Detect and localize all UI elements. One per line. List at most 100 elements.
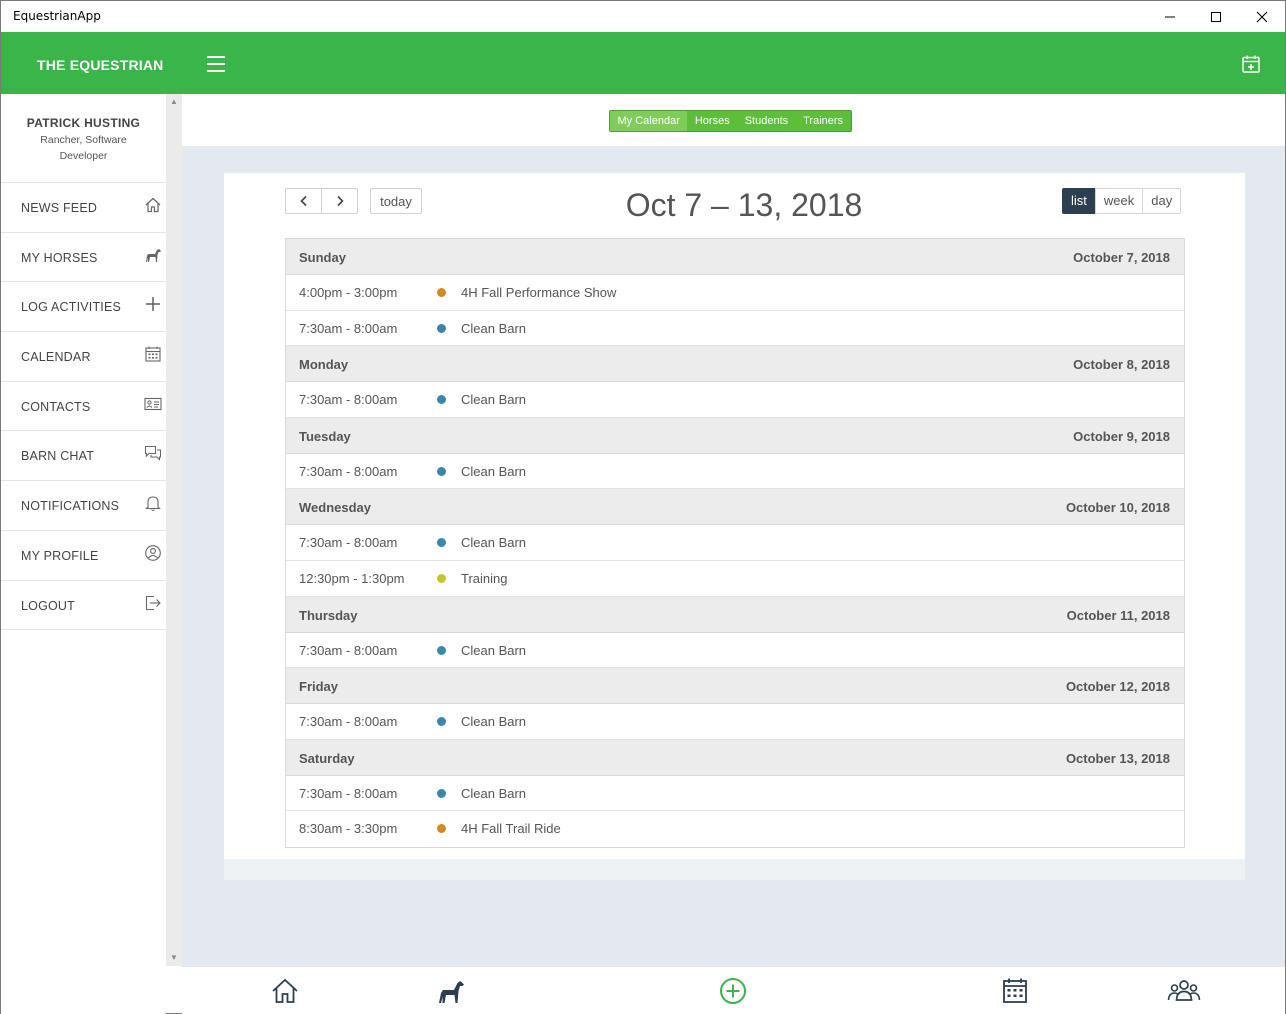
next-button[interactable]: [321, 188, 358, 214]
event-time: 7:30am - 8:00am: [299, 392, 398, 408]
calendar-filter-tabs: My Calendar Horses Students Trainers: [609, 110, 852, 132]
event-row[interactable]: 7:30am - 8:00am Clean Barn: [286, 382, 1184, 418]
day-header: Thursday October 11, 2018: [286, 596, 1184, 633]
tab-trainers[interactable]: Trainers: [796, 111, 851, 131]
event-title: Clean Barn: [461, 714, 527, 730]
event-row[interactable]: 7:30am - 8:00am Clean Barn: [286, 704, 1184, 740]
event-row[interactable]: 7:30am - 8:00am Clean Barn: [286, 633, 1184, 669]
event-row[interactable]: 8:30am - 3:30pm 4H Fall Trail Ride: [286, 811, 1184, 847]
event-title: Clean Barn: [461, 463, 527, 479]
logout-icon: [145, 595, 161, 610]
close-icon: [1256, 11, 1268, 22]
event-title: Clean Barn: [461, 642, 527, 658]
sidebar-item-label: MY HORSES: [21, 250, 98, 265]
profile-role: Rancher, Software Developer: [40, 134, 127, 162]
scroll-up-icon[interactable]: ▲: [169, 97, 179, 107]
hamburger-menu-icon[interactable]: [207, 56, 225, 72]
add-circle-icon[interactable]: [718, 976, 748, 1006]
app-window: EquestrianApp THE EQUESTRIAN PATRICK HUS…: [0, 0, 1286, 1014]
day-name: Thursday: [299, 607, 358, 623]
horse-icon[interactable]: [436, 976, 466, 1006]
event-list: Sunday October 7, 2018 4:00pm - 3:00pm 4…: [285, 238, 1185, 848]
event-color-dot: [437, 717, 446, 727]
event-title: Training: [461, 570, 508, 586]
sidebar-item-barn-chat[interactable]: BARN CHAT: [1, 431, 166, 482]
main-content: My Calendar Horses Students Trainers tod…: [182, 94, 1285, 966]
scroll-down-icon[interactable]: ▼: [169, 953, 179, 963]
subnav-bar: My Calendar Horses Students Trainers: [182, 94, 1285, 146]
view-day-button[interactable]: day: [1142, 188, 1182, 214]
day-date: October 9, 2018: [1073, 428, 1170, 444]
event-color-dot: [437, 323, 446, 333]
event-time: 8:30am - 3:30pm: [299, 821, 398, 837]
sidebar-item-log-activities[interactable]: LOG ACTIVITIES: [1, 282, 166, 333]
sidebar-item-my-profile[interactable]: MY PROFILE: [1, 531, 166, 581]
group-icon[interactable]: [1167, 976, 1201, 1006]
event-title: 4H Fall Performance Show: [461, 285, 617, 300]
chevron-left-icon: [299, 195, 307, 207]
sidebar-item-my-horses[interactable]: MY HORSES: [1, 233, 166, 283]
tab-my-calendar[interactable]: My Calendar: [610, 111, 688, 131]
event-row[interactable]: 12:30pm - 1:30pm Training: [286, 561, 1184, 597]
bottom-nav: [182, 966, 1285, 1014]
day-date: October 11, 2018: [1066, 607, 1170, 623]
sidebar: PATRICK HUSTING Rancher, Software Develo…: [1, 94, 166, 1014]
date-range-title: Oct 7 – 13, 2018: [625, 187, 863, 223]
calendar-card: today Oct 7 – 13, 2018 list week day Sun…: [224, 173, 1245, 859]
day-header: Friday October 12, 2018: [286, 668, 1184, 705]
event-time: 4:00pm - 3:00pm: [299, 285, 398, 300]
event-title: Clean Barn: [461, 320, 527, 336]
event-title: 4H Fall Trail Ride: [461, 821, 561, 837]
event-row[interactable]: 4:00pm - 3:00pm 4H Fall Performance Show: [286, 275, 1184, 311]
user-circle-icon: [145, 544, 161, 561]
sidebar-item-calendar[interactable]: CALENDAR: [1, 332, 166, 382]
prev-button[interactable]: [285, 188, 322, 214]
close-button[interactable]: [1239, 1, 1285, 32]
event-color-dot: [437, 645, 446, 655]
day-name: Saturday: [299, 750, 355, 766]
sidebar-item-notifications[interactable]: NOTIFICATIONS: [1, 481, 166, 531]
event-color-dot: [437, 824, 446, 834]
tab-students[interactable]: Students: [737, 111, 795, 131]
chat-icon: [144, 446, 162, 462]
today-button[interactable]: today: [370, 188, 422, 214]
event-color-dot: [437, 538, 446, 548]
calendar-icon: [145, 346, 161, 362]
event-color-dot: [437, 466, 446, 476]
minimize-button[interactable]: [1147, 1, 1193, 32]
day-date: October 10, 2018: [1065, 500, 1170, 516]
event-time: 7:30am - 8:00am: [299, 535, 398, 551]
sidebar-item-logout[interactable]: LOGOUT: [1, 581, 166, 631]
tab-horses[interactable]: Horses: [687, 111, 737, 131]
event-color-dot: [437, 788, 446, 798]
sidebar-item-label: NEWS FEED: [21, 201, 98, 215]
view-list-button[interactable]: list: [1062, 188, 1096, 214]
sidebar-item-label: CALENDAR: [21, 350, 91, 365]
event-row[interactable]: 7:30am - 8:00am Clean Barn: [286, 525, 1184, 561]
title-bar: EquestrianApp: [1, 1, 1285, 32]
sidebar-scrollbar[interactable]: ▲ ▼: [166, 94, 182, 966]
sidebar-item-contacts[interactable]: CONTACTS: [1, 382, 166, 432]
day-name: Monday: [299, 357, 349, 373]
maximize-button[interactable]: [1193, 1, 1239, 32]
window-title: EquestrianApp: [13, 9, 101, 23]
horse-icon: [146, 248, 161, 262]
sidebar-item-news-feed[interactable]: NEWS FEED: [1, 183, 166, 233]
event-time: 7:30am - 8:00am: [299, 463, 398, 479]
event-row[interactable]: 7:30am - 8:00am Clean Barn: [286, 776, 1184, 812]
view-switcher: list week day: [1062, 188, 1182, 214]
chevron-right-icon: [336, 195, 344, 207]
profile-panel: PATRICK HUSTING Rancher, Software Develo…: [1, 94, 166, 183]
day-header: Sunday October 7, 2018: [286, 239, 1184, 275]
calendar-icon[interactable]: [1000, 976, 1030, 1006]
event-title: Clean Barn: [461, 392, 527, 408]
add-calendar-event-icon[interactable]: [1241, 54, 1261, 74]
home-icon[interactable]: [270, 976, 300, 1006]
home-icon: [145, 197, 161, 213]
event-row[interactable]: 7:30am - 8:00am Clean Barn: [286, 454, 1184, 490]
sidebar-item-label: LOG ACTIVITIES: [21, 300, 122, 315]
event-color-dot: [437, 288, 446, 297]
event-row[interactable]: 7:30am - 8:00am Clean Barn: [286, 311, 1184, 347]
brand-title: THE EQUESTRIAN: [37, 57, 164, 73]
view-week-button[interactable]: week: [1094, 188, 1144, 214]
